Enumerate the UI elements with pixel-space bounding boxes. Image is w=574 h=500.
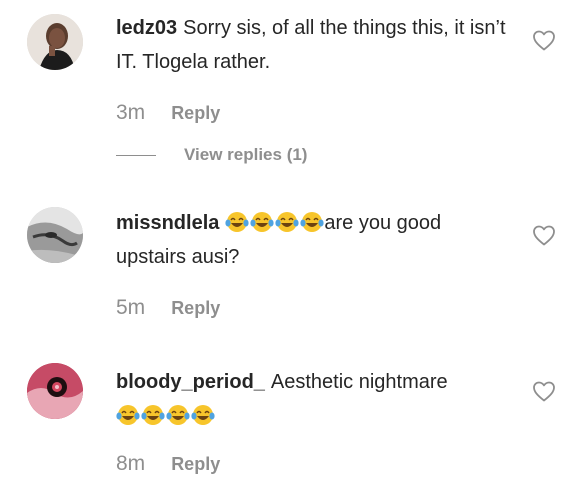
view-replies-button[interactable]: View replies (1) <box>184 145 307 165</box>
tears-of-joy-emoji-icon <box>225 212 249 232</box>
comment-meta: 3m Reply <box>116 101 220 125</box>
heart-outline-icon[interactable] <box>532 29 556 51</box>
tears-of-joy-emoji-icon <box>275 212 299 232</box>
heart-outline-icon[interactable] <box>532 224 556 246</box>
tears-of-joy-emoji-icon <box>300 212 324 232</box>
reply-button[interactable]: Reply <box>171 454 220 475</box>
emoji-group <box>225 211 324 233</box>
comment-meta: 5m Reply <box>116 296 220 320</box>
avatar[interactable] <box>27 14 83 70</box>
comment-body: missndlela are you good upstairs ausi? <box>116 206 516 274</box>
tears-of-joy-emoji-icon <box>166 405 190 425</box>
reply-button[interactable]: Reply <box>171 103 220 124</box>
comment-meta: 8m Reply <box>116 452 220 476</box>
comment-text: Aesthetic nightmare <box>270 371 448 393</box>
comment-username[interactable]: ledz03 <box>116 17 177 39</box>
comment-body: bloody_period_ Aesthetic nightmare <box>116 365 516 433</box>
avatar[interactable] <box>27 207 83 263</box>
view-replies[interactable]: View replies (1) <box>116 145 307 165</box>
divider <box>116 154 156 156</box>
avatar[interactable] <box>27 363 83 419</box>
heart-outline-icon[interactable] <box>532 380 556 402</box>
reply-button[interactable]: Reply <box>171 298 220 319</box>
comment-timestamp: 5m <box>116 296 146 319</box>
comment-timestamp: 3m <box>116 101 146 124</box>
comment-body: ledz03 Sorry sis, of all the things this,… <box>116 11 516 79</box>
tears-of-joy-emoji-icon <box>250 212 274 232</box>
comment-username[interactable]: bloody_period_ <box>116 371 265 393</box>
emoji-group <box>116 404 215 426</box>
comment-username[interactable]: missndlela <box>116 212 219 234</box>
comment-timestamp: 8m <box>116 452 146 475</box>
tears-of-joy-emoji-icon <box>191 405 215 425</box>
tears-of-joy-emoji-icon <box>141 405 165 425</box>
tears-of-joy-emoji-icon <box>116 405 140 425</box>
